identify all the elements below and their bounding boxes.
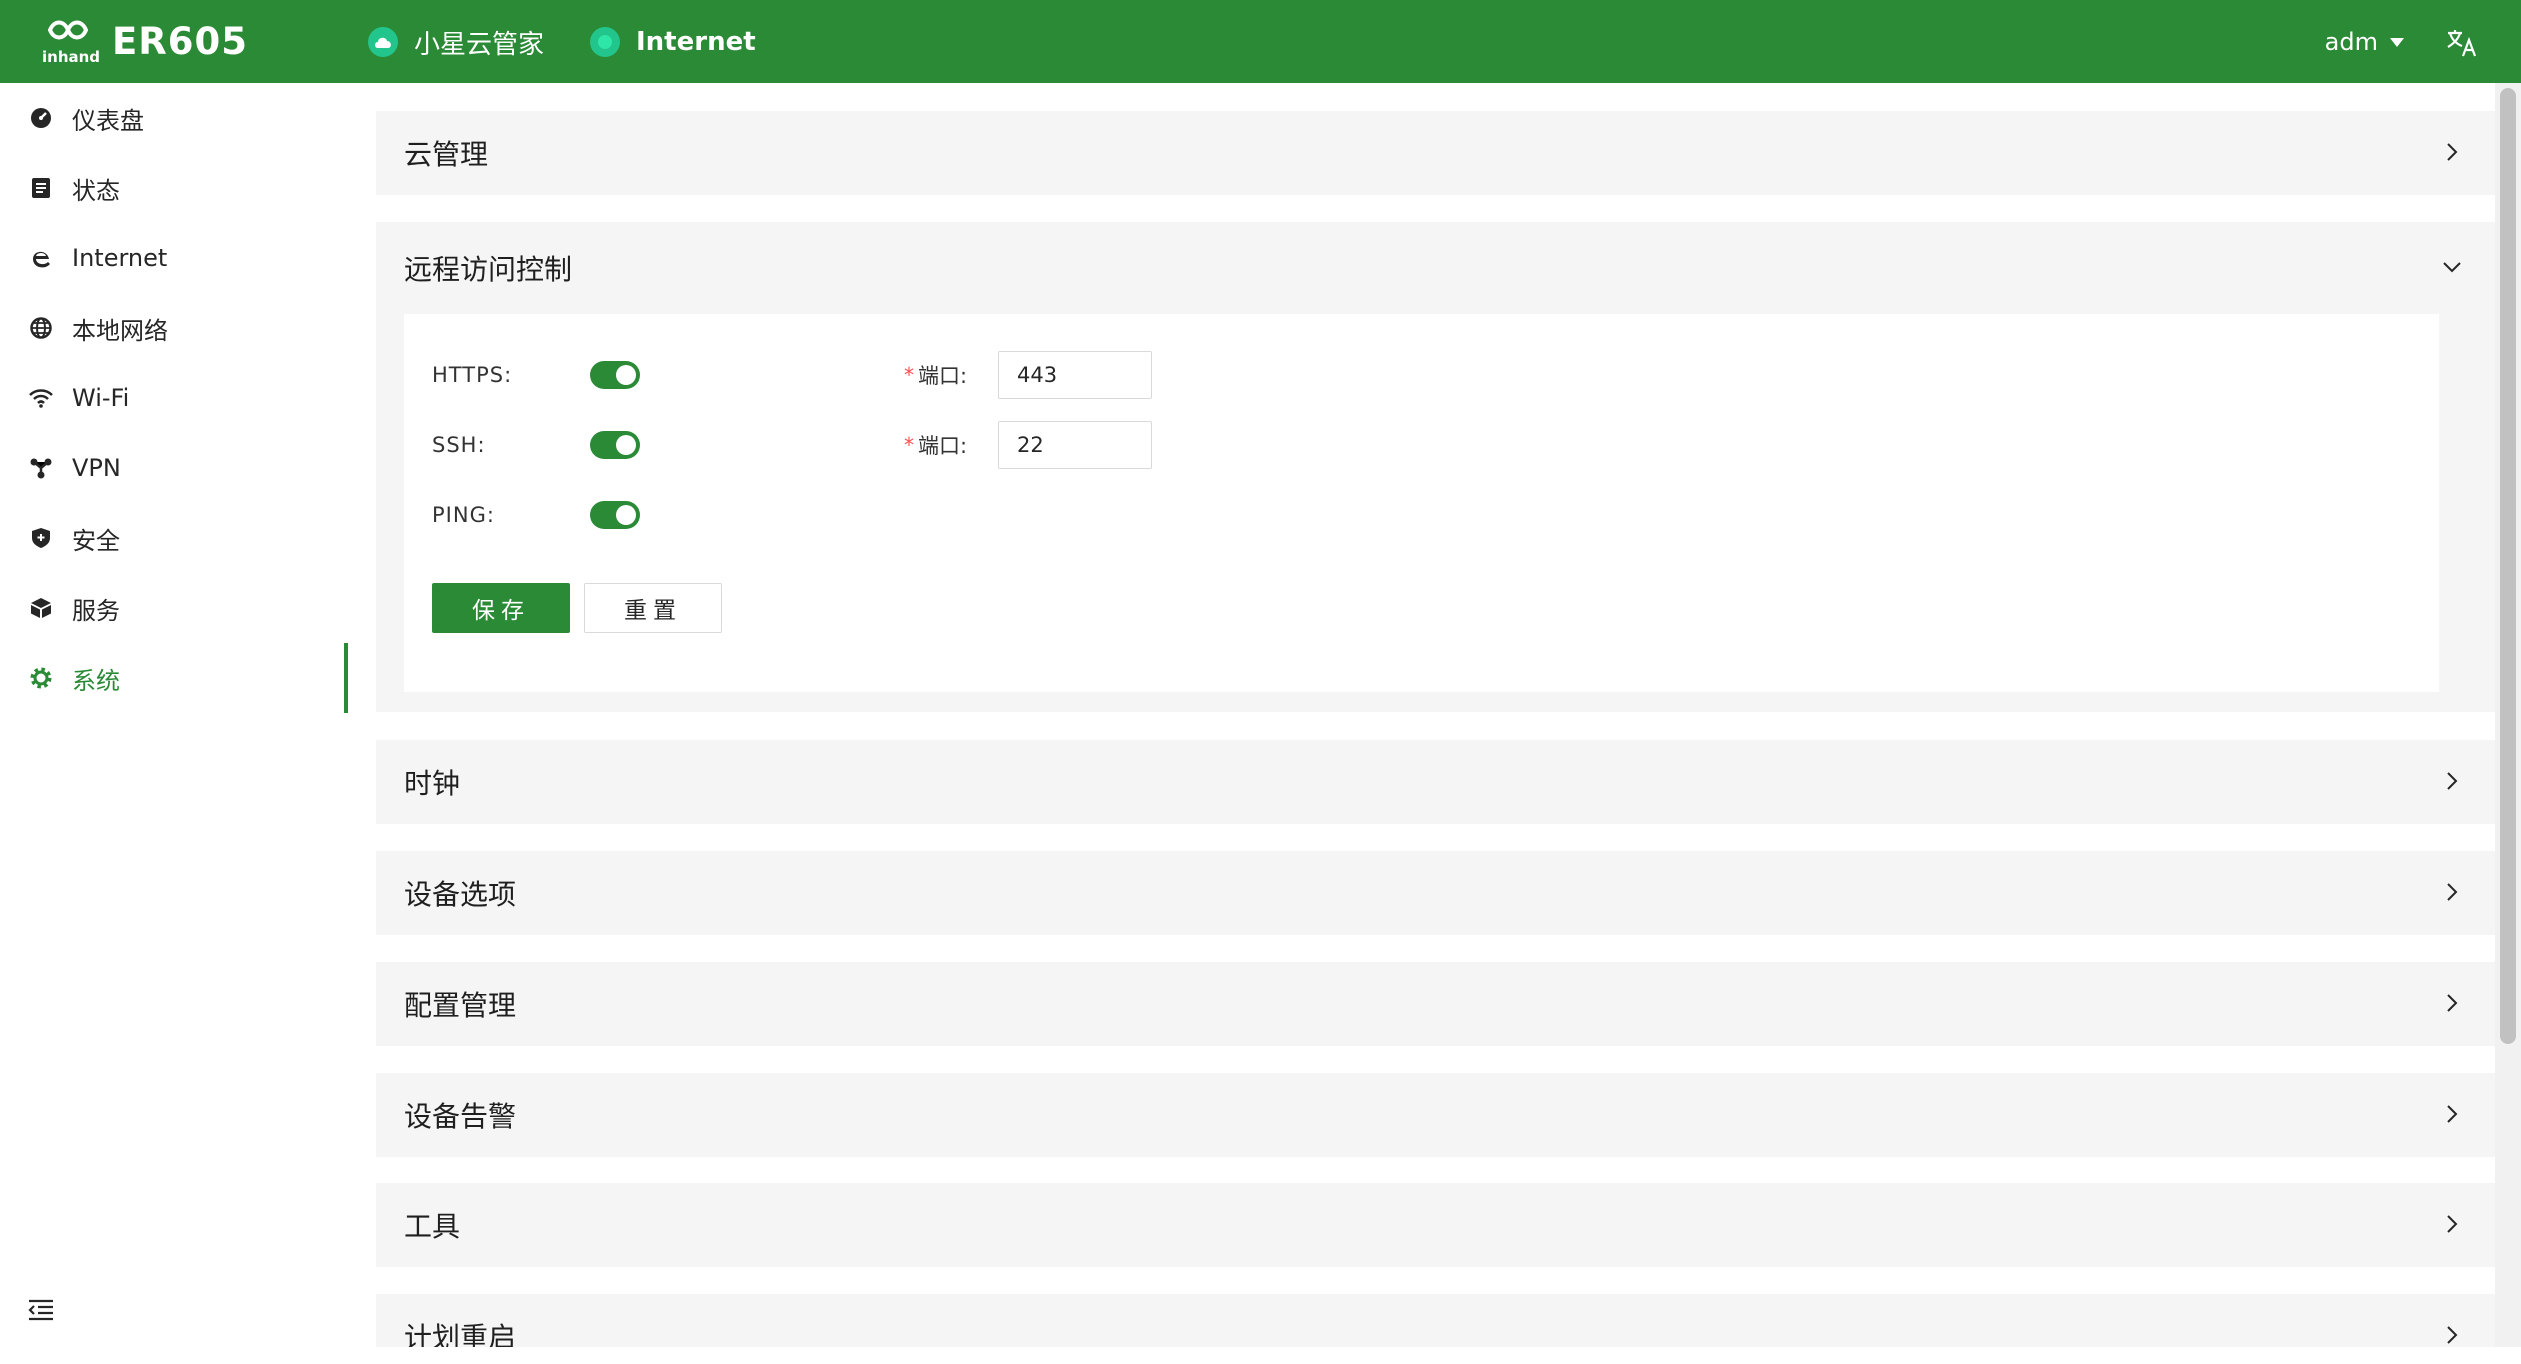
panel-scheduled-reboot: 计划重启 <box>376 1294 2495 1347</box>
status-list-icon <box>28 175 54 201</box>
cloud-icon <box>368 27 398 57</box>
user-menu[interactable]: adm <box>2325 22 2404 62</box>
bottom-edge <box>0 1347 2521 1364</box>
panel-remote-access-control: 远程访问控制 HTTPS: * 端口: SSH: * 端口: <box>376 222 2495 712</box>
panel-title: 远程访问控制 <box>404 253 573 286</box>
sidebar-item-local-network[interactable]: 本地网络 <box>0 293 348 363</box>
remote-access-form: HTTPS: * 端口: SSH: * 端口: PING: <box>404 314 2439 692</box>
globe-icon <box>28 315 54 341</box>
svg-text:inhand: inhand <box>42 48 100 66</box>
cloud-status-label: 小星云管家 <box>414 29 545 60</box>
brand: inhand ER605 <box>40 12 248 70</box>
sidebar-item-label: 仪表盘 <box>72 106 144 135</box>
panel-title: 云管理 <box>404 138 489 171</box>
https-port-group: * 端口: <box>904 350 1152 400</box>
sidebar-item-label: 状态 <box>72 176 120 205</box>
chevron-down-icon <box>2443 262 2461 273</box>
panel-tools: 工具 <box>376 1183 2495 1267</box>
ping-row: PING: <box>432 490 640 540</box>
https-row: HTTPS: <box>432 350 640 400</box>
sidebar-item-system[interactable]: 系统 <box>0 643 348 713</box>
sidebar-item-label: 系统 <box>72 666 120 695</box>
chevron-right-icon <box>2447 1215 2458 1233</box>
caret-down-icon <box>2390 37 2404 47</box>
sidebar-item-internet[interactable]: Internet <box>0 223 348 293</box>
sidebar-item-vpn[interactable]: VPN <box>0 433 348 503</box>
dashboard-icon <box>28 105 54 131</box>
chevron-right-icon <box>2447 883 2458 901</box>
sidebar-item-label: Wi-Fi <box>72 384 130 412</box>
internet-status-label: Internet <box>636 27 756 57</box>
ping-toggle[interactable] <box>590 501 640 529</box>
sidebar-item-label: 安全 <box>72 526 120 555</box>
chevron-right-icon <box>2447 1326 2458 1344</box>
ssh-port-label: 端口: <box>918 434 968 458</box>
menu-collapse-icon[interactable] <box>26 1295 56 1325</box>
sidebar-item-label: 本地网络 <box>72 316 168 345</box>
ssh-port-group: * 端口: <box>904 420 1152 470</box>
panel-title: 工具 <box>404 1210 461 1243</box>
panel-cloud-management: 云管理 <box>376 111 2495 195</box>
chevron-right-icon <box>2447 143 2458 161</box>
panel-header-config-management[interactable]: 配置管理 <box>376 962 2495 1046</box>
internet-status-dot-icon <box>590 27 620 57</box>
sidebar: 仪表盘 状态 Internet 本地网络 Wi-Fi VPN 安全 服务 系统 <box>0 83 348 1347</box>
sidebar-item-label: VPN <box>72 454 121 482</box>
panel-header-remote-access-control[interactable]: 远程访问控制 <box>376 222 2495 314</box>
panel-title: 设备选项 <box>404 878 517 911</box>
wifi-icon <box>28 385 54 411</box>
panel-title: 设备告警 <box>404 1100 517 1133</box>
sidebar-item-label: 服务 <box>72 596 120 625</box>
panel-header-device-alarm[interactable]: 设备告警 <box>376 1073 2495 1157</box>
user-name: adm <box>2324 28 2378 56</box>
gear-icon <box>28 665 54 691</box>
reset-button[interactable]: 重置 <box>584 583 722 633</box>
internet-icon <box>28 245 54 271</box>
ssh-row: SSH: <box>432 420 640 470</box>
translate-icon[interactable] <box>2445 26 2479 60</box>
vpn-icon <box>28 455 54 481</box>
panel-clock: 时钟 <box>376 740 2495 824</box>
cube-icon <box>28 595 54 621</box>
https-label: HTTPS: <box>432 363 513 387</box>
top-header: inhand ER605 小星云管家 Internet adm <box>0 0 2521 83</box>
ssh-port-input[interactable] <box>998 421 1152 469</box>
shield-icon <box>28 525 54 551</box>
panel-title: 计划重启 <box>404 1321 517 1347</box>
main-content: 云管理 远程访问控制 HTTPS: * 端口: SSH: <box>348 83 2495 1347</box>
panel-config-management: 配置管理 <box>376 962 2495 1046</box>
panel-header-scheduled-reboot[interactable]: 计划重启 <box>376 1294 2495 1347</box>
panel-header-device-options[interactable]: 设备选项 <box>376 851 2495 935</box>
panel-title: 时钟 <box>404 767 461 800</box>
sidebar-item-label: Internet <box>72 244 168 272</box>
sidebar-item-dashboard[interactable]: 仪表盘 <box>0 83 348 153</box>
chevron-right-icon <box>2447 1105 2458 1123</box>
inhand-logo-icon: inhand <box>42 20 100 66</box>
required-asterisk-icon: * <box>904 363 914 387</box>
sidebar-item-status[interactable]: 状态 <box>0 153 348 223</box>
panel-header-clock[interactable]: 时钟 <box>376 740 2495 824</box>
sidebar-item-services[interactable]: 服务 <box>0 573 348 643</box>
scrollbar-thumb[interactable] <box>2500 88 2516 1044</box>
sidebar-item-security[interactable]: 安全 <box>0 503 348 573</box>
panel-header-cloud-management[interactable]: 云管理 <box>376 111 2495 195</box>
ssh-toggle[interactable] <box>590 431 640 459</box>
https-toggle[interactable] <box>590 361 640 389</box>
model-name: ER605 <box>112 19 248 63</box>
ping-label: PING: <box>432 503 495 527</box>
required-asterisk-icon: * <box>904 433 914 457</box>
panel-title: 配置管理 <box>404 989 517 1022</box>
save-button[interactable]: 保存 <box>432 583 570 633</box>
chevron-right-icon <box>2447 994 2458 1012</box>
ssh-label: SSH: <box>432 433 486 457</box>
panel-device-options: 设备选项 <box>376 851 2495 935</box>
https-port-input[interactable] <box>998 351 1152 399</box>
chevron-right-icon <box>2447 772 2458 790</box>
https-port-label: 端口: <box>918 364 968 388</box>
panel-header-tools[interactable]: 工具 <box>376 1183 2495 1267</box>
internet-status[interactable]: Internet <box>590 18 756 66</box>
panel-device-alarm: 设备告警 <box>376 1073 2495 1157</box>
cloud-status[interactable]: 小星云管家 <box>368 18 544 66</box>
sidebar-item-wifi[interactable]: Wi-Fi <box>0 363 348 433</box>
